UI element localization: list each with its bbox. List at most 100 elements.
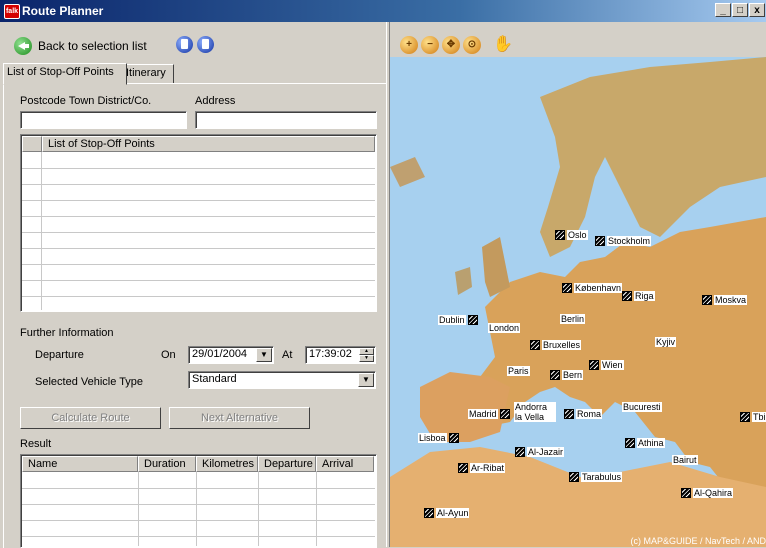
city-london[interactable]: London [488,323,521,333]
uk-land [482,237,510,297]
on-label: On [161,349,176,361]
grid-corner [22,136,42,152]
falk-logo-icon: falk [4,4,20,19]
result-label: Result [20,438,52,450]
calculate-route-button[interactable]: Calculate Route [20,407,161,429]
vehicle-type-label: Selected Vehicle Type [35,376,144,388]
col-name: Name [22,456,138,472]
iceland-land [390,157,425,187]
city-kobenhavn[interactable]: København [562,283,623,293]
city-al-qahira[interactable]: Al-Qahira [681,488,734,498]
stop-off-grid[interactable]: List of Stop-Off Points [20,134,377,312]
city-bairut[interactable]: Bairut [672,455,698,465]
date-value: 29/01/2004 [192,348,248,360]
chevron-down-icon[interactable]: ▼ [256,348,272,362]
vehicle-type-select[interactable]: Standard ▼ [188,371,376,389]
city-dublin[interactable]: Dublin [438,315,478,325]
grid-row-line [22,296,375,297]
grid-divider [258,472,259,546]
city-tarabulus[interactable]: Tarabulus [569,472,623,482]
departure-label: Departure [35,349,84,361]
city-al-jazair[interactable]: Al-Jazair [515,447,565,457]
stop-off-header: List of Stop-Off Points [42,136,375,152]
minimize-button[interactable]: _ [715,3,731,17]
grid-row-line [22,520,375,521]
city-al-ayun[interactable]: Al-Ayun [424,508,470,518]
city-moskva[interactable]: Moskva [702,295,748,305]
city-wien[interactable]: Wien [589,360,624,370]
zoom-out-icon[interactable]: − [421,36,439,54]
tab-stop-off-points[interactable]: List of Stop-Off Points [3,63,127,85]
city-berlin[interactable]: Berlin [560,314,586,324]
copy-icon[interactable] [197,36,214,53]
europe-map[interactable]: Oslo Stockholm København Riga Moskva Dub… [390,57,766,547]
city-ar-ribat[interactable]: Ar-Ribat [458,463,506,473]
city-lisboa[interactable]: Lisboa [418,433,459,443]
city-bern[interactable]: Bern [550,370,584,380]
address-input[interactable] [195,111,377,129]
further-info-label: Further Information [20,327,114,339]
print-icon[interactable] [176,36,193,53]
city-stockholm[interactable]: Stockholm [595,236,652,246]
departure-time-spinner[interactable]: 17:39:02 ▲ ▼ [305,346,376,364]
grid-divider [196,472,197,546]
city-bruxelles[interactable]: Bruxelles [530,340,582,350]
iberia-land [420,372,510,442]
col-arrival: Arrival [316,456,374,472]
map-copyright: (c) MAP&GUIDE / NavTech / AND [630,536,766,546]
address-label: Address [195,95,236,107]
city-riga[interactable]: Riga [622,291,655,301]
col-duration: Duration [138,456,196,472]
grid-divider [316,472,317,546]
chevron-down-icon[interactable]: ▼ [358,373,374,387]
pan-icon[interactable]: ✥ [442,36,460,54]
departure-date-picker[interactable]: 29/01/2004 ▼ [188,346,274,364]
city-athina[interactable]: Athina [625,438,665,448]
city-tbilisi[interactable]: Tbi [740,412,766,422]
back-to-selection-label: Back to selection list [38,39,147,53]
city-paris[interactable]: Paris [507,366,530,376]
at-label: At [282,349,293,361]
spin-up-icon[interactable]: ▲ [359,348,374,355]
grid-row-line [22,248,375,249]
city-roma[interactable]: Roma [564,409,603,419]
city-andorra[interactable]: Andorra la Vella [514,402,556,422]
window-title: Route Planner [22,4,104,18]
col-departure: Departure [258,456,316,472]
vehicle-value: Standard [192,373,237,385]
title-bar: falk Route Planner _ □ x [0,0,766,22]
result-grid[interactable]: Name Duration Kilometres Departure Arriv… [20,454,377,548]
grid-row-line [22,216,375,217]
maximize-button[interactable]: □ [732,3,748,17]
tab-content: Postcode Town District/Co. Address List … [3,83,387,548]
grid-row-line [22,536,375,537]
back-to-selection-button[interactable]: Back to selection list [14,36,147,56]
grid-row-line [22,264,375,265]
hand-icon[interactable]: ✋ [493,36,513,54]
grid-row-line [22,232,375,233]
grid-divider [138,472,139,546]
spin-down-icon[interactable]: ▼ [359,355,374,362]
left-panel: Back to selection list List of Stop-Off … [0,22,388,548]
tab-itinerary[interactable]: Itinerary [122,64,174,84]
city-kyjiv[interactable]: Kyjiv [655,337,677,347]
zoom-extent-icon[interactable]: ⊙ [463,36,481,54]
back-arrow-icon [14,37,32,55]
grid-row-line [22,504,375,505]
time-value: 17:39:02 [309,348,352,360]
postcode-label: Postcode Town District/Co. [20,95,152,107]
close-button[interactable]: x [749,3,765,17]
city-bucuresti[interactable]: Bucuresti [622,402,662,412]
city-oslo[interactable]: Oslo [555,230,588,240]
zoom-in-icon[interactable]: + [400,36,418,54]
col-kilometres: Kilometres [196,456,258,472]
map-panel: + − ✥ ⊙ ✋ Oslo Stockholm København Riga … [390,22,766,547]
grid-row-line [22,168,375,169]
ireland-land [455,267,472,295]
postcode-input[interactable] [20,111,187,129]
next-alternative-button[interactable]: Next Alternative [169,407,310,429]
map-toolbar: + − ✥ ⊙ ✋ [390,22,766,57]
city-madrid[interactable]: Madrid [468,409,510,419]
grid-divider [41,152,42,310]
grid-row-line [22,280,375,281]
